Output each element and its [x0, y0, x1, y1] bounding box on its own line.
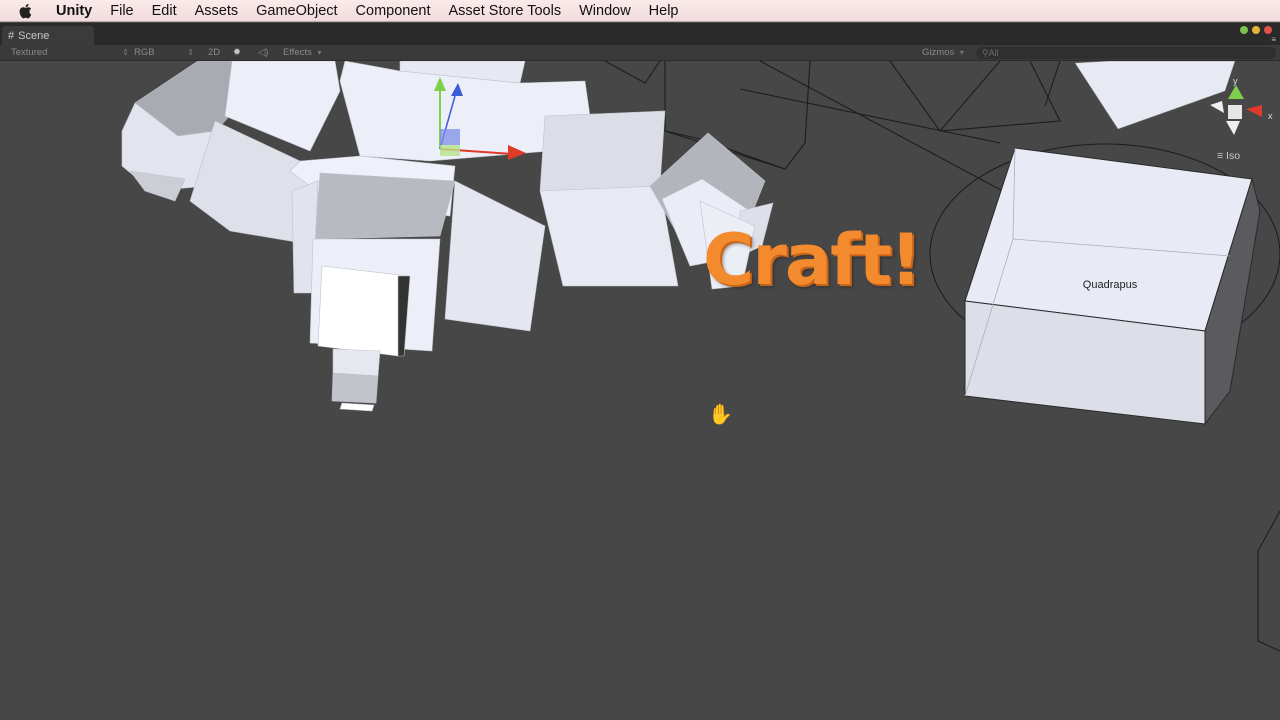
menu-file[interactable]: File [101, 0, 142, 22]
scene-geometry: y x [121, 61, 1280, 652]
corner-cube [1074, 61, 1236, 130]
menu-component[interactable]: Component [347, 0, 440, 22]
tab-strip: # Scene ≡ [0, 23, 1280, 45]
close-button[interactable] [1264, 26, 1272, 34]
window-buttons [1240, 26, 1272, 34]
gizmo-x-label: x [1268, 111, 1273, 121]
os-menubar: Unity File Edit Assets GameObject Compon… [0, 0, 1280, 22]
dropdown-arrow-icon: ▾ [317, 48, 322, 57]
menu-edit[interactable]: Edit [143, 0, 186, 22]
scene-tab-icon: # [8, 29, 15, 42]
apple-icon[interactable] [18, 3, 34, 19]
projection-text: Iso [1226, 150, 1241, 162]
gizmo-y-label: y [1233, 76, 1238, 86]
projection-label[interactable]: ≡ Iso [1217, 150, 1240, 162]
render-mode-label: RGB [134, 47, 155, 58]
render-mode-dropdown[interactable]: RGB ⇕ [134, 47, 194, 58]
menu-gameobject[interactable]: GameObject [247, 0, 346, 22]
gizmos-label: Gizmos [922, 47, 955, 58]
scene-toolbar: Textured ⇕ RGB ⇕ 2D ✹ ◁) Effects ▾ Gizmo… [0, 45, 1280, 61]
search-input[interactable]: ⚲All [976, 47, 1276, 59]
tab-scene[interactable]: # Scene [2, 26, 94, 45]
dropdown-arrow-icon: ⇕ [122, 48, 129, 57]
search-placeholder: All [988, 48, 999, 58]
dropdown-arrow-icon: ⇕ [187, 48, 194, 57]
audio-icon[interactable]: ◁) [258, 47, 268, 58]
tab-menu-icon[interactable]: ≡ [1271, 36, 1276, 44]
menu-window[interactable]: Window [570, 0, 640, 22]
menu-asset-store-tools[interactable]: Asset Store Tools [440, 0, 571, 22]
gizmos-dropdown[interactable]: Gizmos ▾ [922, 47, 964, 58]
scene-viewport[interactable]: y x Craft! Quadrapus ≡ Iso ✋ [0, 61, 1280, 720]
menu-help[interactable]: Help [640, 0, 688, 22]
shading-mode-dropdown[interactable]: Textured ⇕ [11, 47, 129, 58]
effects-label: Effects [283, 47, 312, 58]
hand-cursor-icon: ✋ [708, 404, 733, 426]
cube-cluster [121, 61, 774, 412]
minimize-button[interactable] [1252, 26, 1260, 34]
dropdown-arrow-icon: ▾ [959, 48, 964, 57]
object-label: Quadrapus [1082, 279, 1138, 291]
effects-dropdown[interactable]: Effects ▾ [283, 47, 322, 58]
tab-scene-label: Scene [18, 29, 50, 42]
menu-app-unity[interactable]: Unity [48, 0, 101, 22]
menu-assets[interactable]: Assets [186, 0, 248, 22]
sun-icon[interactable]: ✹ [233, 47, 241, 58]
maximize-button[interactable] [1240, 26, 1248, 34]
overlay-title: Craft! [703, 219, 922, 301]
shading-mode-label: Textured [11, 47, 48, 58]
mode-2d-toggle[interactable]: 2D [208, 47, 220, 58]
search-icon: ⚲ [982, 48, 989, 58]
